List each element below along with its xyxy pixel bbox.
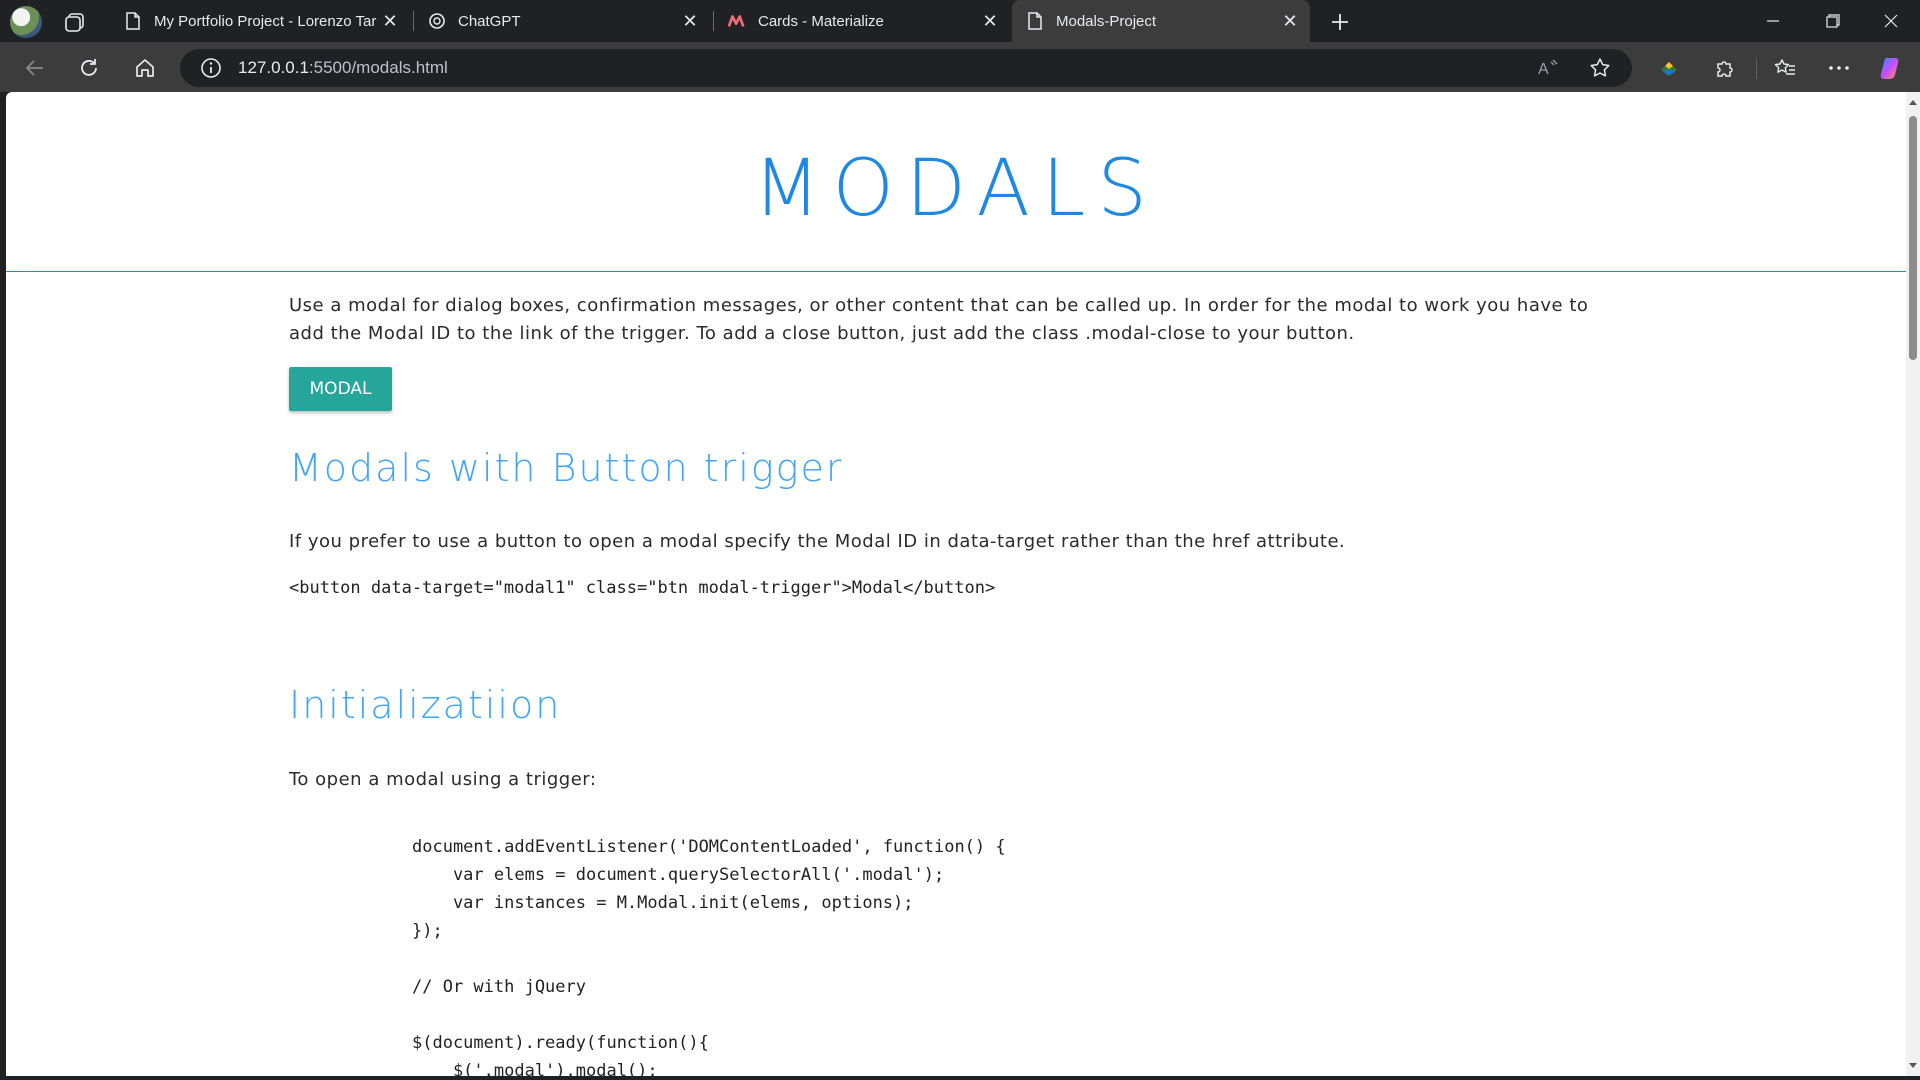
materialize-icon: [728, 12, 746, 30]
page-header: MODALS: [6, 92, 1906, 272]
read-aloud-icon[interactable]: A: [1536, 56, 1560, 80]
chatgpt-icon: [428, 12, 446, 30]
tab-title: Cards - Materialize: [758, 12, 884, 30]
close-icon[interactable]: ✕: [678, 9, 702, 33]
new-tab-button[interactable]: [1324, 6, 1356, 38]
extensions-puzzle-icon[interactable]: [1708, 51, 1742, 85]
initialization-paragraph: To open a modal using a trigger:: [289, 769, 597, 790]
back-button[interactable]: [18, 51, 52, 85]
tab-portfolio[interactable]: My Portfolio Project - Lorenzo Tar ✕: [110, 0, 410, 42]
page-icon: [124, 12, 142, 30]
info-icon[interactable]: [200, 57, 222, 79]
extension-colorful-icon[interactable]: [1652, 51, 1686, 85]
page-scrollbar[interactable]: [1906, 92, 1920, 1076]
page-icon: [1026, 12, 1044, 30]
button-trigger-code: <button data-target="modal1" class="btn …: [289, 578, 996, 598]
minimize-button[interactable]: [1744, 0, 1802, 42]
close-icon[interactable]: ✕: [978, 9, 1002, 33]
copilot-icon[interactable]: [1876, 51, 1910, 85]
restore-button[interactable]: [1804, 0, 1862, 42]
tab-title: My Portfolio Project - Lorenzo Tar: [154, 12, 377, 30]
intro-paragraph: Use a modal for dialog boxes, confirmati…: [289, 295, 1589, 344]
tab-strip: My Portfolio Project - Lorenzo Tar ✕ Cha…: [0, 0, 1920, 42]
close-window-button[interactable]: [1862, 0, 1920, 42]
browser-toolbar: 127.0.0.1:5500/modals.html A: [0, 42, 1920, 92]
favorites-list-icon[interactable]: [1768, 51, 1802, 85]
reload-button[interactable]: [72, 51, 106, 85]
home-button[interactable]: [128, 51, 162, 85]
page-title: MODALS: [753, 144, 1159, 234]
address-bar[interactable]: 127.0.0.1:5500/modals.html A: [180, 49, 1632, 87]
section-heading-initialization: Initializatiion: [289, 683, 562, 727]
tab-title: ChatGPT: [458, 12, 521, 30]
initialization-code-block: document.addEventListener('DOMContentLoa…: [412, 837, 1006, 1076]
tab-title: Modals-Project: [1056, 12, 1157, 30]
section-heading-button-trigger: Modals with Button trigger: [289, 446, 844, 490]
favorite-star-icon[interactable]: [1588, 56, 1612, 80]
close-icon[interactable]: ✕: [378, 9, 402, 33]
tab-modals-project[interactable]: Modals-Project ✕: [1012, 0, 1310, 42]
workspaces-icon[interactable]: [64, 11, 86, 33]
modal-button[interactable]: MODAL: [289, 367, 392, 411]
page-viewport: MODALS Use a modal for dialog boxes, con…: [6, 92, 1920, 1076]
profile-avatar[interactable]: [10, 6, 42, 38]
scrollbar-thumb[interactable]: [1909, 116, 1917, 360]
tab-chatgpt[interactable]: ChatGPT ✕: [414, 0, 710, 42]
url-text: 127.0.0.1:5500/modals.html: [238, 58, 448, 77]
scroll-down-arrow-icon[interactable]: [1908, 1060, 1918, 1070]
button-trigger-paragraph: If you prefer to use a button to open a …: [289, 531, 1346, 552]
scroll-up-arrow-icon[interactable]: [1908, 98, 1918, 108]
svg-text:A: A: [1538, 61, 1549, 78]
close-icon[interactable]: ✕: [1278, 9, 1302, 33]
more-menu-icon[interactable]: [1822, 51, 1856, 85]
tab-materialize[interactable]: Cards - Materialize ✕: [714, 0, 1010, 42]
